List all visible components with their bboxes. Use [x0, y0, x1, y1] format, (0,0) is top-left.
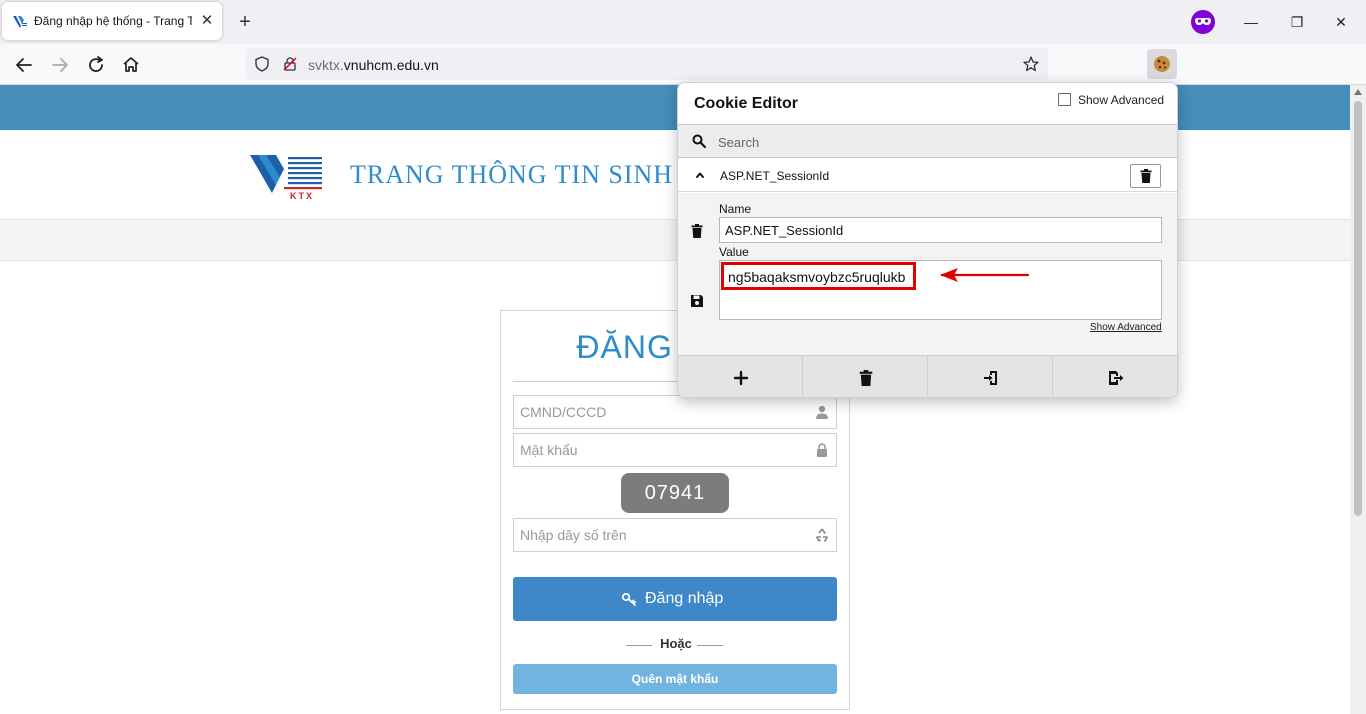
- scroll-thumb[interactable]: [1354, 101, 1362, 516]
- export-icon: [1109, 371, 1124, 385]
- id-field-wrapper: [513, 395, 837, 429]
- action-bar: [678, 355, 1177, 397]
- new-tab-button[interactable]: +: [234, 11, 256, 33]
- captcha-field-wrapper: [513, 518, 837, 552]
- delete-all-button[interactable]: [803, 356, 928, 397]
- reload-icon[interactable]: [84, 53, 108, 77]
- site-favicon-icon: [13, 16, 27, 28]
- password-field-wrapper: [513, 433, 837, 467]
- show-advanced-link[interactable]: Show Advanced: [1090, 322, 1162, 333]
- cookie-value-highlight: ng5baqaksmvoybzc5ruqlukb: [721, 262, 917, 290]
- delete-cookie-button[interactable]: [1130, 164, 1161, 188]
- cookie-item-name: ASP.NET_SessionId: [720, 169, 830, 183]
- tab-title: Đăng nhập hệ thống - Trang TTSV: [34, 14, 192, 28]
- save-icon[interactable]: [690, 294, 704, 308]
- cookie-editor-popup: Cookie Editor Show Advanced ASP.NET_Sess…: [677, 82, 1178, 398]
- window-minimize-button[interactable]: —: [1241, 12, 1261, 32]
- add-cookie-button[interactable]: [678, 356, 803, 397]
- cookie-name-input[interactable]: ASP.NET_SessionId: [719, 217, 1162, 243]
- screen: Đăng nhập hệ thống - Trang TTSV ✕ + — ❐ …: [0, 0, 1366, 714]
- home-icon[interactable]: [119, 53, 143, 77]
- ktx-logo[interactable]: KTX: [248, 151, 324, 201]
- trash-icon[interactable]: [690, 224, 704, 238]
- captcha-image: 07941: [621, 473, 729, 513]
- cookie-icon: [1154, 56, 1170, 72]
- captcha-input[interactable]: [514, 519, 804, 551]
- page-scrollbar[interactable]: [1350, 85, 1366, 714]
- lock-icon: [817, 443, 827, 457]
- name-label: Name: [719, 202, 752, 216]
- insecure-lock-icon[interactable]: [282, 56, 298, 72]
- navigation-bar: svktx.vnuhcm.edu.vn: [0, 44, 1366, 118]
- user-icon: [816, 405, 828, 419]
- search-icon: [692, 134, 706, 148]
- bookmark-star-icon[interactable]: [1022, 55, 1040, 73]
- import-icon: [984, 371, 997, 385]
- url-domain: vnuhcm.edu.vn: [343, 57, 439, 73]
- popup-title: Cookie Editor: [694, 95, 799, 112]
- search-bar: [678, 124, 1177, 158]
- window-restore-button[interactable]: ❐: [1287, 12, 1307, 32]
- cookie-search-input[interactable]: [718, 132, 1158, 152]
- forward-arrow-icon[interactable]: [48, 53, 72, 77]
- key-icon: [621, 592, 636, 606]
- import-button[interactable]: [928, 356, 1053, 397]
- login-button[interactable]: Đăng nhập: [513, 577, 837, 621]
- id-number-input[interactable]: [514, 396, 804, 428]
- shield-icon[interactable]: [254, 56, 270, 72]
- or-line-right: [697, 645, 723, 646]
- url-bar[interactable]: svktx.vnuhcm.edu.vn: [246, 48, 1048, 80]
- window-close-button[interactable]: ✕: [1331, 12, 1351, 32]
- browser-tab[interactable]: Đăng nhập hệ thống - Trang TTSV ✕: [2, 2, 222, 40]
- show-advanced-label: Show Advanced: [1078, 93, 1165, 107]
- logo-text: KTX: [290, 191, 314, 201]
- password-input[interactable]: [514, 434, 804, 466]
- recycle-icon[interactable]: [814, 527, 830, 543]
- plus-icon: [733, 370, 749, 386]
- cookie-editor-extension-button[interactable]: [1147, 49, 1177, 79]
- export-button[interactable]: [1053, 356, 1177, 397]
- chevron-up-icon[interactable]: [694, 169, 706, 181]
- url-text[interactable]: svktx.vnuhcm.edu.vn: [308, 57, 439, 73]
- url-subdomain: svktx.: [308, 57, 344, 73]
- tab-close-icon[interactable]: ✕: [198, 12, 216, 30]
- value-label: Value: [719, 245, 749, 259]
- trash-icon: [859, 370, 873, 386]
- scroll-up-icon[interactable]: [1354, 89, 1362, 95]
- back-arrow-icon[interactable]: [12, 53, 36, 77]
- show-advanced-checkbox[interactable]: [1058, 93, 1071, 106]
- or-separator: Hoặc: [501, 636, 851, 654]
- login-button-label: Đăng nhập: [645, 590, 724, 607]
- cookie-details: Name ASP.NET_SessionId Value ng5baqaksmv…: [678, 193, 1177, 355]
- forgot-password-button[interactable]: Quên mật khẩu: [513, 664, 837, 694]
- private-browsing-icon: [1191, 10, 1215, 34]
- or-text: Hoặc: [660, 636, 692, 651]
- trash-icon: [1140, 169, 1152, 183]
- tab-bar: Đăng nhập hệ thống - Trang TTSV ✕ + — ❐ …: [0, 0, 1366, 44]
- cookie-item-header[interactable]: ASP.NET_SessionId: [678, 159, 1177, 192]
- annotation-arrow: [940, 268, 1030, 282]
